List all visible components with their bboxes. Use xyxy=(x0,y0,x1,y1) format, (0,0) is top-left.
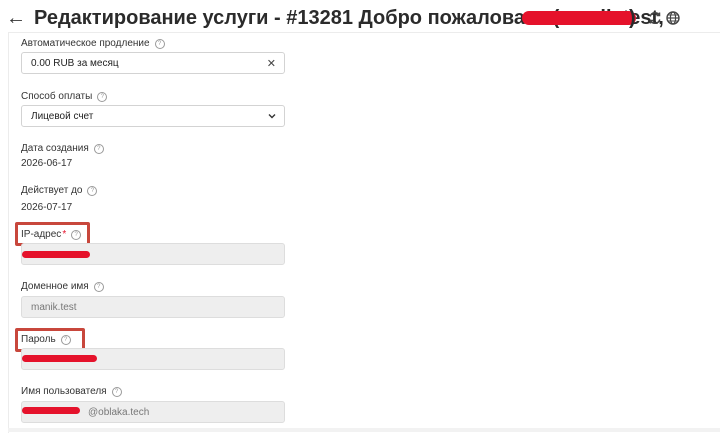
redaction-mark xyxy=(22,251,90,258)
domain-name-label: Доменное имя ? xyxy=(21,281,104,292)
password-label: Пароль ? xyxy=(21,334,71,345)
auto-renew-select[interactable]: 0.00 RUB за месяц ✕ xyxy=(21,52,285,74)
help-icon[interactable]: ? xyxy=(93,143,104,154)
valid-until-label: Действует до ? xyxy=(21,185,98,196)
help-icon[interactable]: ? xyxy=(154,38,165,49)
help-icon[interactable]: ? xyxy=(97,91,108,102)
redaction-mark xyxy=(22,407,80,414)
payment-method-select[interactable]: Лицевой счет xyxy=(21,105,285,127)
divider xyxy=(8,428,720,432)
payment-method-label: Способ оплаты ? xyxy=(21,91,108,102)
redaction-mark xyxy=(22,355,97,362)
help-icon[interactable]: ? xyxy=(87,185,98,196)
domain-name-input[interactable]: manik.test xyxy=(21,296,285,318)
form-panel xyxy=(8,32,720,433)
chevron-down-icon[interactable] xyxy=(267,111,277,121)
help-icon[interactable]: ? xyxy=(71,229,82,240)
arrow-left-icon[interactable]: ← xyxy=(6,8,28,28)
globe-icon[interactable] xyxy=(665,10,681,26)
refresh-icon[interactable] xyxy=(647,10,663,26)
created-date-label: Дата создания ? xyxy=(21,143,104,154)
valid-until-value: 2026-07-17 xyxy=(21,202,73,213)
required-mark: * xyxy=(62,229,67,240)
auto-renew-label: Автоматическое продление ? xyxy=(21,38,165,49)
ip-address-label: IP-адрес * ? xyxy=(21,229,82,240)
page-header: ← Редактирование услуги - #13281 Добро п… xyxy=(0,0,720,36)
help-icon[interactable]: ? xyxy=(111,386,122,397)
help-icon[interactable]: ? xyxy=(60,334,71,345)
page-title-close: ) xyxy=(629,7,636,29)
close-icon[interactable]: ✕ xyxy=(267,57,276,70)
created-date-value: 2026-06-17 xyxy=(21,158,73,169)
username-label: Имя пользователя ? xyxy=(21,386,122,397)
redaction-mark xyxy=(522,11,636,25)
help-icon[interactable]: ? xyxy=(93,281,104,292)
